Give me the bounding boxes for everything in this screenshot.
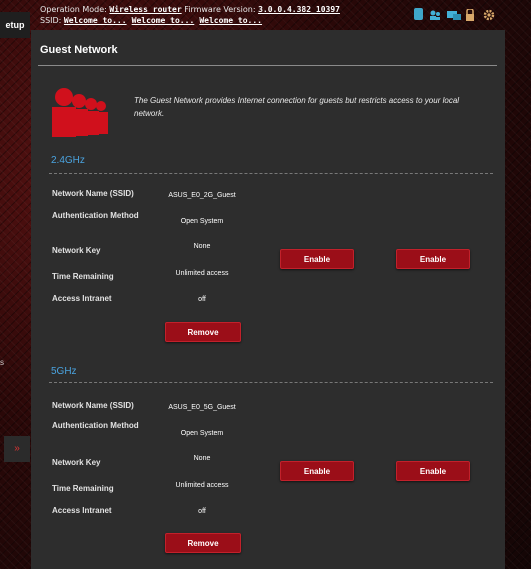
label-intranet-2g: Access Intranet [52,294,112,303]
sidebar-item-fragment[interactable]: s [0,358,4,367]
title-divider [38,65,497,66]
page-title: Guest Network [40,44,118,56]
enable-button-5g-1[interactable]: Enable [280,461,354,481]
guest-network-description: The Guest Network provides Internet conn… [134,96,460,118]
value-auth-5g: Open System [180,430,224,437]
enable-button-2g-1[interactable]: Enable [280,249,354,269]
enable-button-5g-2[interactable]: Enable [396,461,470,481]
ssid-link-2[interactable]: Welcome to... [132,16,195,25]
settings-icon[interactable] [483,8,495,21]
band-divider-5g [49,382,493,383]
status-icons [414,8,495,21]
value-auth-2g: Open System [180,218,224,225]
remove-button-5g[interactable]: Remove [165,533,241,553]
remove-button-2g[interactable]: Remove [165,322,241,342]
value-time-5g: Unlimited access [175,482,229,489]
fw-link[interactable]: 3.0.0.4.382_10397 [258,5,340,14]
value-ssid-5g: ASUS_E0_5G_Guest [168,404,236,411]
value-key-5g: None [193,455,211,462]
network-icon[interactable] [447,8,461,20]
band-title-2g: 2.4GHz [51,155,85,166]
guest-users-icon [41,80,109,140]
label-key-5g: Network Key [52,458,101,467]
label-ssid-5g: Network Name (SSID) [52,401,134,410]
op-mode-link[interactable]: Wireless router [109,5,181,14]
fw-label: Firmware Version: [184,5,256,14]
label-ssid-2g: Network Name (SSID) [52,189,134,198]
value-time-2g: Unlimited access [175,270,229,277]
label-time-5g: Time Remaining [52,484,114,493]
label-auth-5g: Authentication Method [52,421,139,430]
value-intranet-5g: off [198,508,206,515]
top-status-bar: Operation Mode: Wireless router Firmware… [0,0,531,30]
lock-icon[interactable] [465,8,477,21]
value-intranet-2g: off [198,296,206,303]
label-time-2g: Time Remaining [52,272,114,281]
label-intranet-5g: Access Intranet [52,506,112,515]
status-text: Operation Mode: Wireless router Firmware… [40,4,340,26]
enable-button-2g-2[interactable]: Enable [396,249,470,269]
value-ssid-2g: ASUS_E0_2G_Guest [168,192,236,199]
label-key-2g: Network Key [52,246,101,255]
sidebar-expand-button[interactable]: » [4,436,30,462]
op-mode-label: Operation Mode: [40,5,107,14]
user-icon[interactable] [429,8,441,20]
ssid-label: SSID: [40,16,62,25]
ssid-link-1[interactable]: Welcome to... [64,16,127,25]
band-divider-2g [49,173,493,174]
ssid-link-3[interactable]: Welcome to... [199,16,262,25]
guest-network-panel: Guest Network The Guest Network provides… [31,30,505,569]
label-auth-2g: Authentication Method [52,211,139,220]
band-title-5g: 5GHz [51,366,77,377]
sidebar-setup-tab[interactable]: etup [0,12,30,38]
value-key-2g: None [193,243,211,250]
usb-icon[interactable] [414,8,423,20]
